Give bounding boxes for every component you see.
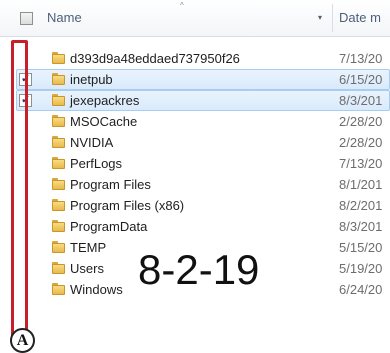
folder-icon [52, 241, 65, 253]
folder-icon [52, 94, 65, 106]
folder-icon [52, 199, 65, 211]
folder-icon [52, 157, 65, 169]
list-item[interactable]: Program Files 8/1/201 [0, 174, 390, 195]
list-item[interactable]: PerfLogs 7/13/20 [0, 153, 390, 174]
folder-icon [52, 115, 65, 127]
column-header-bar: Name ^ ▾ Date m [0, 0, 390, 37]
chevron-down-icon[interactable]: ▾ [318, 13, 322, 22]
date-modified: 2/28/20 [339, 114, 383, 129]
column-divider[interactable] [332, 4, 333, 32]
list-item[interactable]: ProgramData 8/3/201 [0, 216, 390, 237]
folder-icon [52, 283, 65, 295]
file-name[interactable]: Program Files [70, 177, 151, 192]
column-header-date-modified[interactable]: Date m [339, 10, 381, 25]
date-modified: 7/13/20 [339, 156, 383, 171]
list-item[interactable]: NVIDIA 2/28/20 [0, 132, 390, 153]
date-modified: 5/19/20 [339, 261, 383, 276]
list-item[interactable]: d393d9a48eddaed737950f26 7/13/20 [0, 48, 390, 69]
file-name[interactable]: inetpub [70, 72, 113, 87]
date-modified: 8/3/201 [339, 93, 383, 108]
date-modified: 6/24/20 [339, 282, 383, 297]
folder-icon [52, 262, 65, 274]
file-name[interactable]: jexepackres [70, 93, 139, 108]
date-modified: 8/2/201 [339, 198, 383, 213]
date-modified: 2/28/20 [339, 135, 383, 150]
list-item[interactable]: ✓ jexepackres 8/3/201 [0, 90, 390, 111]
checkbox-column-highlight [11, 40, 28, 344]
date-modified: 7/13/20 [339, 51, 383, 66]
date-modified: 8/3/201 [339, 219, 383, 234]
folder-icon [52, 73, 65, 85]
date-modified: 6/15/20 [339, 72, 383, 87]
folder-icon [52, 178, 65, 190]
date-modified: 5/15/20 [339, 240, 383, 255]
file-name[interactable]: Program Files (x86) [70, 198, 184, 213]
file-name[interactable]: NVIDIA [70, 135, 113, 150]
file-explorer-view: Name ^ ▾ Date m d393d9a48eddaed737950f26… [0, 0, 390, 353]
annotation-marker: A [10, 328, 35, 353]
folder-icon [52, 136, 65, 148]
list-item[interactable]: MSOCache 2/28/20 [0, 111, 390, 132]
sort-ascending-icon: ^ [180, 1, 184, 10]
folder-icon [52, 52, 65, 64]
select-all-checkbox[interactable] [20, 12, 33, 25]
file-name[interactable]: PerfLogs [70, 156, 122, 171]
list-item[interactable]: ✓ inetpub 6/15/20 [0, 69, 390, 90]
file-name[interactable]: Windows [70, 282, 123, 297]
file-name[interactable]: TEMP [70, 240, 106, 255]
column-header-name[interactable]: Name [47, 10, 82, 25]
folder-icon [52, 220, 65, 232]
file-name[interactable]: ProgramData [70, 219, 147, 234]
list-item[interactable]: Program Files (x86) 8/2/201 [0, 195, 390, 216]
file-name[interactable]: Users [70, 261, 104, 276]
handwritten-date-overlay: 8-2-19 [138, 246, 260, 293]
file-name[interactable]: MSOCache [70, 114, 137, 129]
file-name[interactable]: d393d9a48eddaed737950f26 [70, 51, 240, 66]
date-modified: 8/1/201 [339, 177, 383, 192]
